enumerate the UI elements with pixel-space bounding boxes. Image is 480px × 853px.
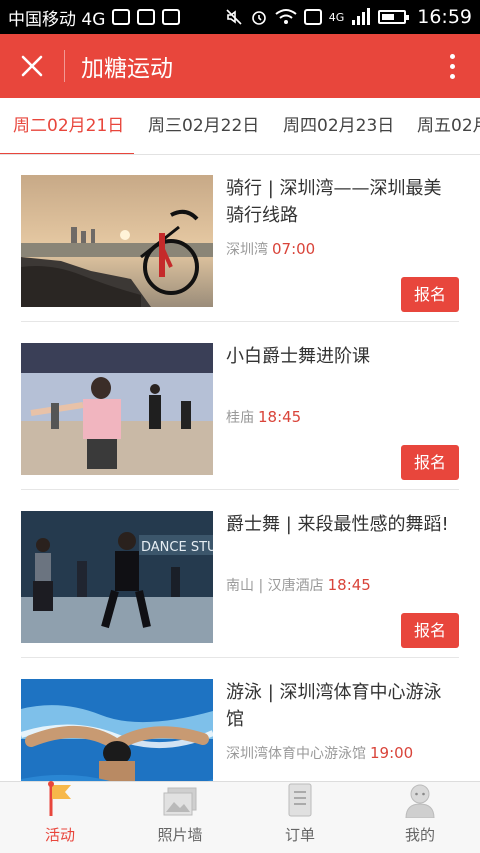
- more-vertical-icon: [449, 53, 455, 59]
- activity-location: 桂庙: [226, 410, 254, 426]
- more-dot: [449, 63, 455, 69]
- list-item[interactable]: 小白爵士舞进阶课 桂庙 18:45 报名: [21, 323, 459, 490]
- image-notification-icon: [112, 9, 131, 25]
- carrier-label: 中国移动 4G: [8, 9, 106, 30]
- activity-time: 19:00: [370, 744, 414, 762]
- app-bar: 加糖运动: [0, 34, 480, 98]
- date-tabs: 周二02月21日 周三02月22日 周四02月23日 周五02月24日: [0, 98, 480, 155]
- activity-meta: 南山 | 汉唐酒店 18:45: [226, 575, 371, 595]
- battery-icon: [378, 10, 410, 24]
- activity-meta: 深圳湾 07:00: [226, 239, 315, 259]
- nav-label: 照片墙: [157, 826, 203, 844]
- profile-icon: [404, 782, 436, 818]
- close-icon: [21, 55, 43, 77]
- app-notification-icon: [137, 9, 156, 25]
- activity-title: 游泳 | 深圳湾体育中心游泳馆: [226, 682, 442, 730]
- order-icon: [287, 782, 313, 818]
- nav-item-profile[interactable]: 我的: [360, 782, 480, 853]
- flag-icon: [43, 780, 77, 818]
- list-item[interactable]: DANCE STUDI 爵士舞 | 来段最性感的舞蹈! 南山 | 汉唐酒店18:…: [21, 491, 459, 658]
- tab-date-3[interactable]: 周五02月24日: [417, 98, 480, 154]
- activity-location: 南山 | 汉唐酒店: [226, 578, 324, 594]
- mute-icon: [226, 9, 242, 25]
- status-bar: 中国移动 4G 4G 16:59: [0, 0, 480, 34]
- clock: 16:59: [417, 6, 472, 28]
- activity-location: 深圳湾体育中心游泳馆: [226, 746, 366, 762]
- more-dot: [449, 73, 455, 79]
- activity-photo: [21, 175, 213, 307]
- list-item[interactable]: 骑行 | 深圳湾——深圳最美骑行线路 深圳湾 07:00 报名: [21, 155, 459, 322]
- activity-meta: 深圳湾体育中心游泳馆 19:00: [226, 743, 413, 763]
- page-title: 加糖运动: [81, 56, 173, 82]
- nav-item-orders[interactable]: 订单: [240, 782, 360, 853]
- close-button[interactable]: [0, 34, 64, 98]
- nav-label: 活动: [44, 826, 75, 844]
- activity-location: 深圳湾: [226, 242, 268, 258]
- activity-time: 07:00: [272, 240, 316, 258]
- nav-item-activities[interactable]: 活动: [0, 780, 120, 853]
- signup-button[interactable]: 报名: [401, 613, 459, 648]
- activity-photo: [21, 679, 213, 781]
- tab-date-1[interactable]: 周三02月22日: [148, 98, 259, 154]
- tab-date-2[interactable]: 周四02月23日: [283, 98, 394, 154]
- activity-title: 爵士舞 | 来段最性感的舞蹈!: [226, 514, 449, 535]
- signal-icon: [352, 8, 371, 25]
- nav-item-photos[interactable]: 照片墙: [120, 782, 240, 853]
- signup-button[interactable]: 报名: [401, 445, 459, 480]
- bottom-nav: 活动 照片墙 订单 我的: [0, 781, 480, 853]
- activity-time: 18:45: [327, 576, 371, 594]
- svg-text:DANCE STUDI: DANCE STUDI: [141, 540, 213, 555]
- activity-photo: [21, 343, 213, 475]
- activity-meta: 桂庙 18:45: [226, 407, 301, 427]
- more-button[interactable]: [424, 34, 480, 98]
- list-item[interactable]: 游泳 | 深圳湾体育中心游泳馆 深圳湾体育中心游泳馆 19:00: [21, 659, 459, 781]
- nav-label: 我的: [404, 826, 435, 844]
- activity-list: 骑行 | 深圳湾——深圳最美骑行线路 深圳湾 07:00 报名 小白爵士舞进阶课…: [0, 155, 480, 781]
- tab-date-0[interactable]: 周二02月21日: [13, 98, 124, 154]
- alarm-icon: [251, 11, 266, 25]
- app-bar-divider: [64, 50, 65, 82]
- network-type: 4G: [328, 10, 345, 24]
- app-notification-icon-2: [162, 9, 181, 25]
- activity-time: 18:45: [258, 408, 302, 426]
- activity-title: 小白爵士舞进阶课: [226, 346, 370, 367]
- nav-label: 订单: [284, 826, 315, 844]
- signup-button[interactable]: 报名: [401, 277, 459, 312]
- activity-photo: DANCE STUDI: [21, 511, 213, 643]
- wifi-icon: [275, 9, 297, 24]
- sim-icon: [303, 9, 322, 25]
- activity-title: 骑行 | 深圳湾——深圳最美骑行线路: [226, 178, 442, 226]
- photos-icon: [162, 782, 198, 818]
